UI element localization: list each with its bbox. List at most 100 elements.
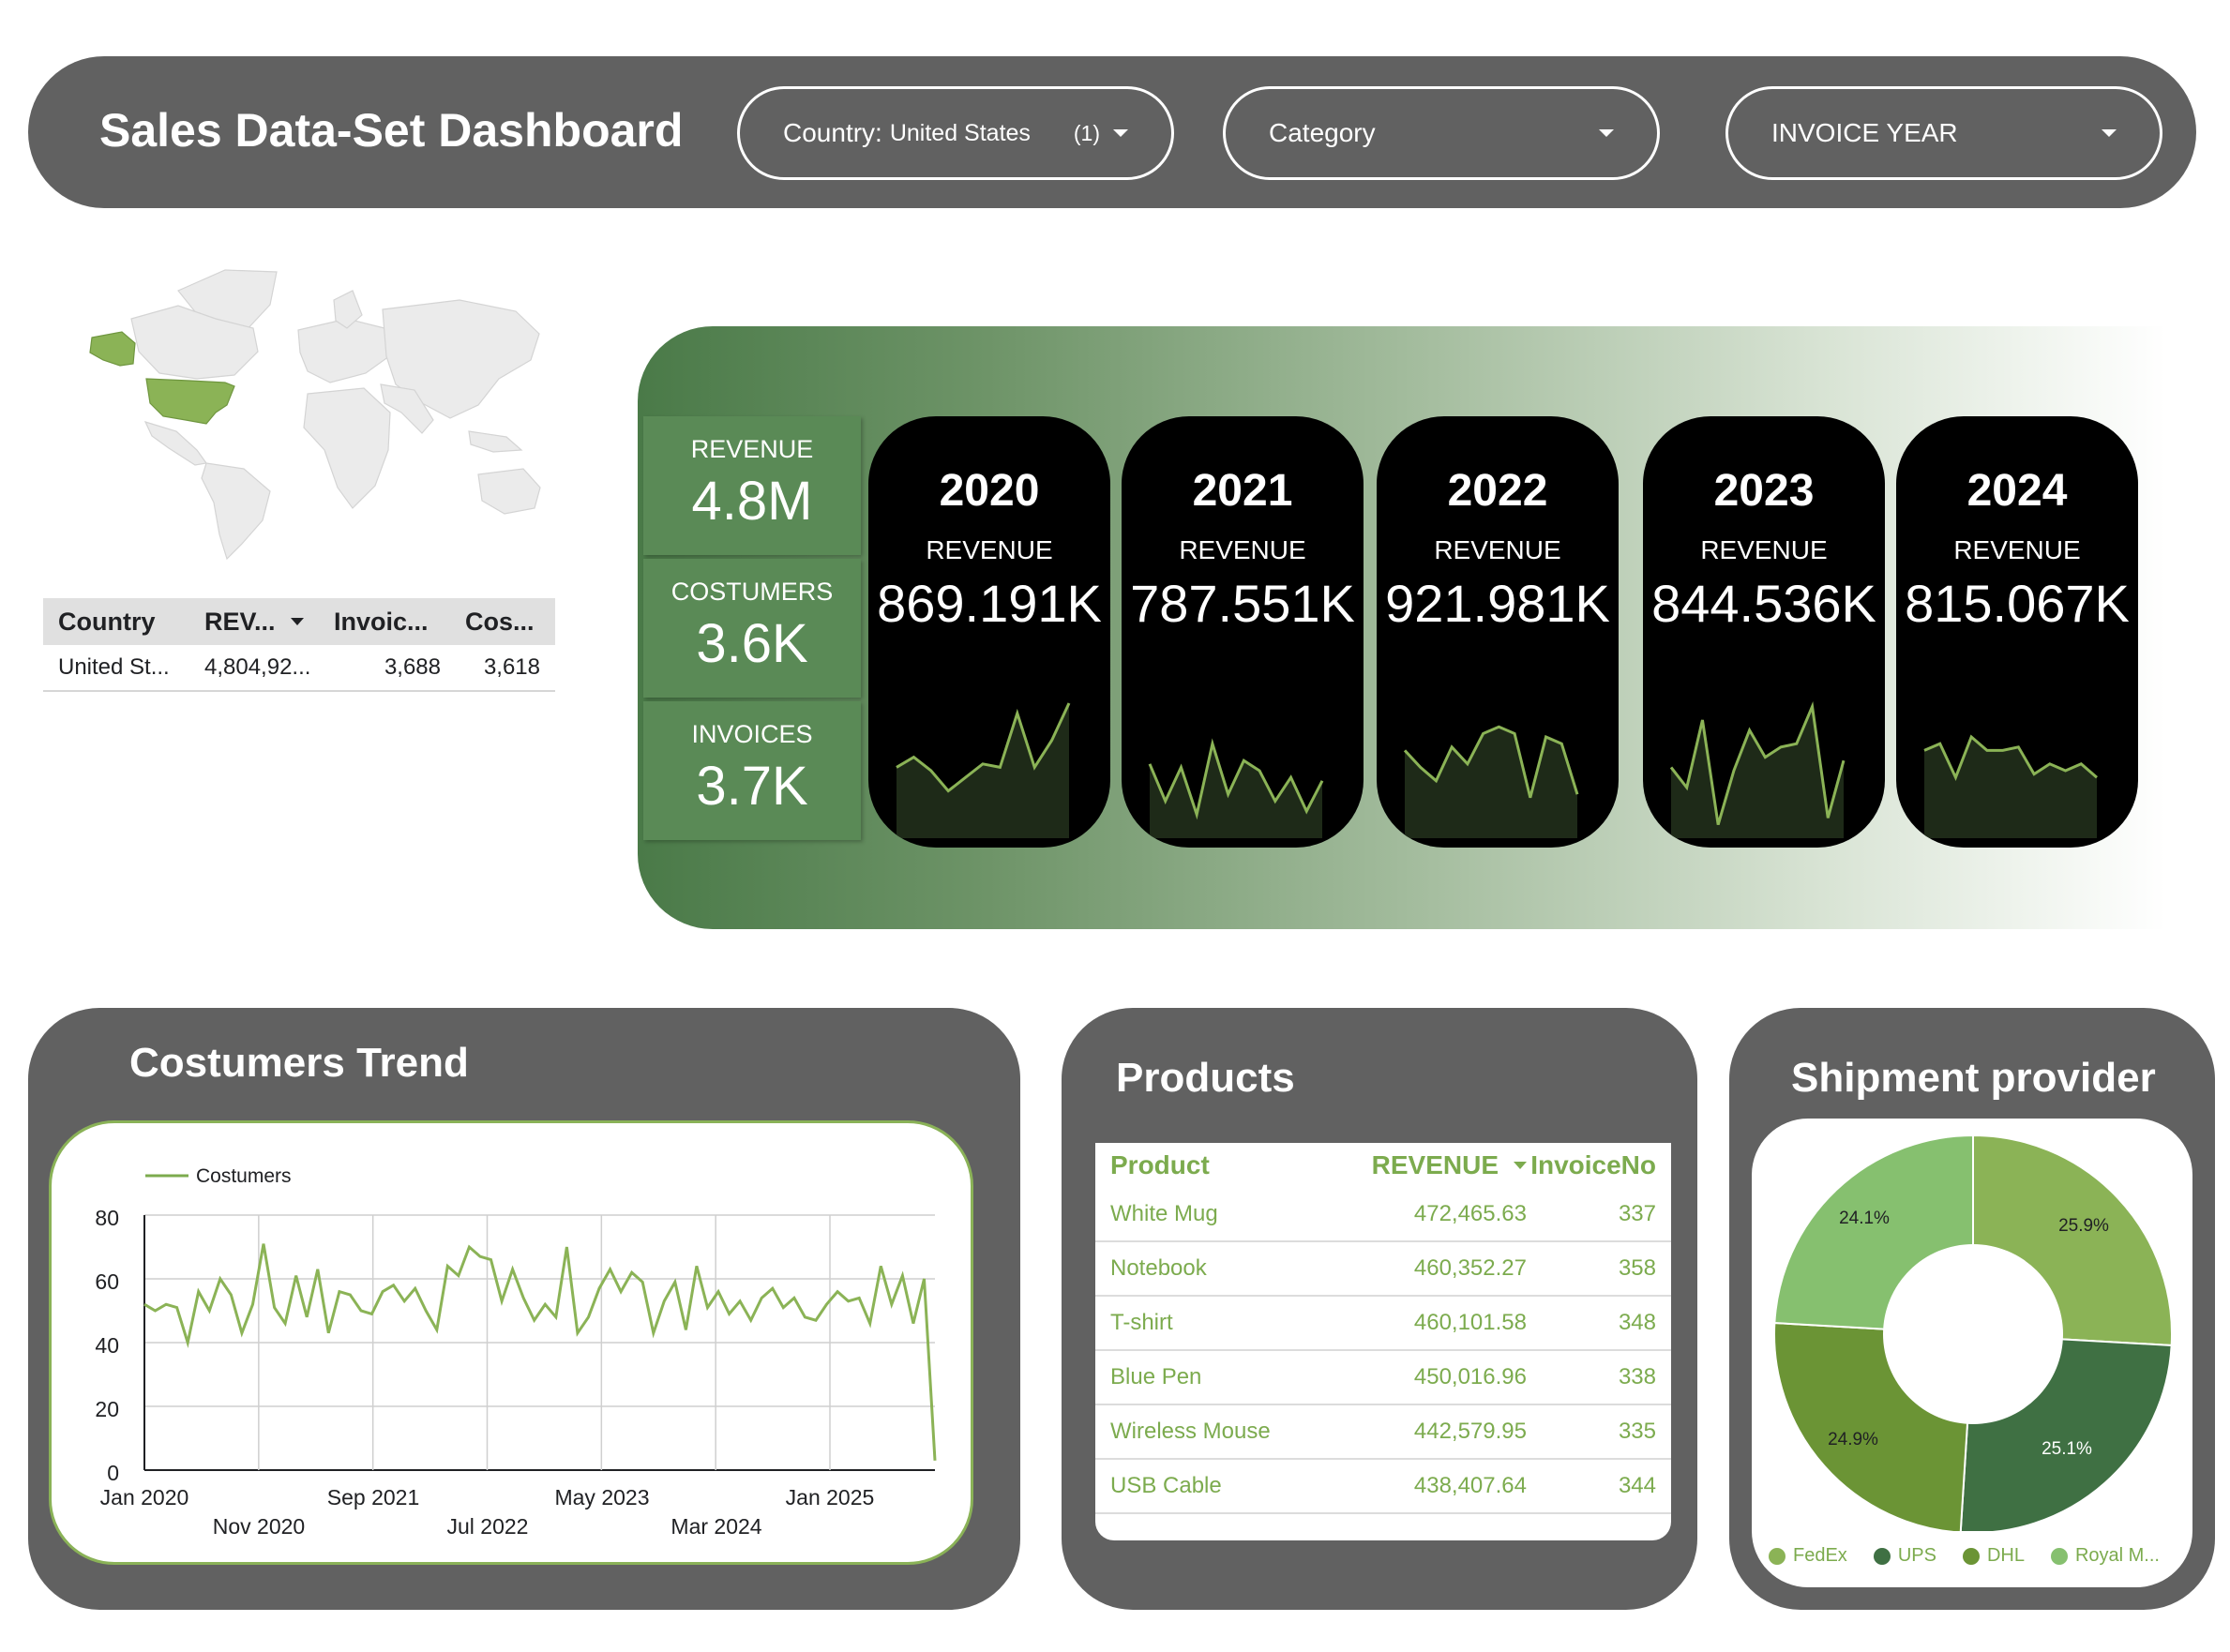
shipment-chart: 25.9% 25.1% 24.9% 24.1% FedEx UPS DHL Ro… <box>1752 1119 2192 1587</box>
revenue-label: REVENUE <box>1434 535 1561 564</box>
column-header-country[interactable]: Country <box>43 608 189 637</box>
kpi-panel: REVENUE 4.8M COSTUMERS 3.6K INVOICES 3.7… <box>638 326 2230 929</box>
cell-invoiceno: 335 <box>1618 1419 1656 1444</box>
revenue-label: REVENUE <box>926 535 1053 564</box>
year-card-2023[interactable]: 2023 REVENUE 844.536K <box>1643 416 1885 848</box>
kpi-invoices: INVOICES 3.7K <box>643 701 861 840</box>
cell-invoices: 3,688 <box>384 654 441 680</box>
kpi-revenue: REVENUE 4.8M <box>643 416 861 555</box>
year-card-2024[interactable]: 2024 REVENUE 815.067K <box>1896 416 2138 848</box>
year-label: 2022 <box>1447 466 1548 516</box>
slice-label: 25.1% <box>2042 1439 2092 1459</box>
column-header-invoices[interactable]: Invoic... <box>324 608 456 637</box>
x-tick-label: Jan 2025 <box>786 1485 875 1509</box>
x-tick-label: Nov 2020 <box>213 1514 305 1539</box>
invoice-year-filter[interactable]: INVOICE YEAR <box>1725 86 2162 180</box>
category-filter[interactable]: Category <box>1223 86 1660 180</box>
chevron-down-icon <box>1113 129 1128 137</box>
slice-label: 24.1% <box>1839 1209 1890 1228</box>
x-tick-label: Jan 2020 <box>100 1485 189 1509</box>
column-header-costumers[interactable]: Cos... <box>456 608 555 637</box>
cell-product: T-shirt <box>1110 1310 1173 1335</box>
shipment-title: Shipment provider <box>1791 1055 2156 1101</box>
category-filter-label: Category <box>1269 118 1376 147</box>
cell-revenue: 442,579.95 <box>1413 1419 1527 1444</box>
revenue-value: 844.536K <box>1651 574 1876 633</box>
sparkline-area <box>1405 727 1577 838</box>
legend-item-fedex[interactable]: FedEx <box>1769 1545 1847 1567</box>
sparkline-area <box>1924 737 2097 838</box>
table-row[interactable]: USB Cable 438,407.64 344 <box>1095 1460 1671 1514</box>
revenue-sparkline <box>1148 738 1324 838</box>
year-card-2021[interactable]: 2021 REVENUE 787.551K <box>1122 416 1364 848</box>
cell-invoiceno: 337 <box>1618 1201 1656 1226</box>
year-label: 2021 <box>1192 466 1293 516</box>
column-header-revenue[interactable]: REVENUE <box>1330 1150 1527 1180</box>
year-card-2022[interactable]: 2022 REVENUE 921.981K <box>1377 416 1619 848</box>
cell-costumers: 3,618 <box>483 654 540 680</box>
donut-chart[interactable]: 25.9% 25.1% 24.9% 24.1% <box>1752 1119 2192 1534</box>
kpi-revenue-label: REVENUE <box>690 435 814 463</box>
united-states-region[interactable] <box>145 378 235 425</box>
column-header-revenue[interactable]: REV... <box>189 608 324 637</box>
kpi-invoices-value: 3.7K <box>696 756 808 817</box>
revenue-label: REVENUE <box>1179 535 1306 564</box>
revenue-value: 787.551K <box>1130 574 1355 633</box>
y-tick-label: 0 <box>107 1461 119 1485</box>
y-tick-label: 60 <box>95 1269 119 1294</box>
year-card-2020[interactable]: 2020 REVENUE 869.191K <box>868 416 1110 848</box>
chevron-down-icon <box>2102 129 2117 137</box>
country-table-header: Country REV... Invoic... Cos... <box>43 598 555 645</box>
cell-invoiceno: 344 <box>1618 1473 1656 1498</box>
legend-label: Royal M... <box>2074 1545 2160 1566</box>
year-label: 2024 <box>1966 466 2068 516</box>
revenue-sparkline <box>1923 734 2098 838</box>
column-header-product[interactable]: Product <box>1095 1150 1330 1180</box>
table-row[interactable]: United St... 4,804,92... 3,688 3,618 <box>43 645 555 692</box>
legend-dot <box>1769 1547 1786 1565</box>
x-tick-label: Jul 2022 <box>447 1514 529 1539</box>
cell-product: Wireless Mouse <box>1110 1419 1271 1444</box>
country-filter[interactable]: Country: United States (1) <box>737 86 1174 180</box>
products-table: Product REVENUE InvoiceNo White Mug 472,… <box>1095 1143 1671 1540</box>
y-tick-label: 20 <box>95 1397 119 1421</box>
x-tick-label: Mar 2024 <box>671 1514 761 1539</box>
cell-revenue: 4,804,92... <box>204 654 311 680</box>
legend-item-ups[interactable]: UPS <box>1873 1545 1936 1567</box>
legend-label: UPS <box>1897 1545 1936 1566</box>
cell-product: USB Cable <box>1110 1473 1222 1498</box>
cell-revenue: 450,016.96 <box>1413 1364 1527 1389</box>
shipment-legend: FedEx UPS DHL Royal M... <box>1769 1545 2186 1567</box>
table-row[interactable]: White Mug 472,465.63 337 <box>1095 1188 1671 1242</box>
year-label: 2023 <box>1713 466 1815 516</box>
table-row[interactable]: Notebook 460,352.27 358 <box>1095 1242 1671 1297</box>
legend-item-dhl[interactable]: DHL <box>1962 1545 2025 1567</box>
cell-revenue: 472,465.63 <box>1413 1201 1527 1226</box>
revenue-sparkline <box>1669 701 1846 838</box>
table-row[interactable]: T-shirt 460,101.58 348 <box>1095 1297 1671 1351</box>
table-row[interactable]: Blue Pen 450,016.96 338 <box>1095 1351 1671 1405</box>
kpi-costumers-value: 3.6K <box>696 613 808 674</box>
world-map[interactable] <box>66 263 553 563</box>
table-row[interactable]: Wireless Mouse 442,579.95 335 <box>1095 1405 1671 1460</box>
sort-desc-icon <box>1514 1162 1527 1169</box>
costumers-trend-chart: Costumers 80 60 40 20 0 Jan 2020 Sep 202… <box>49 1120 973 1565</box>
y-tick-label: 80 <box>95 1206 119 1230</box>
legend-item-royal-mail[interactable]: Royal M... <box>2050 1545 2160 1567</box>
alaska-region[interactable] <box>89 331 136 367</box>
legend-dot <box>1962 1547 1980 1565</box>
cell-country: United St... <box>58 654 170 680</box>
map-region <box>477 468 541 515</box>
cell-revenue: 438,407.64 <box>1413 1473 1527 1498</box>
kpi-invoices-label: INVOICES <box>691 720 813 748</box>
line-chart[interactable]: Costumers 80 60 40 20 0 Jan 2020 Sep 202… <box>52 1123 971 1562</box>
dashboard-title: Sales Data-Set Dashboard <box>99 104 684 157</box>
chevron-down-icon <box>1599 129 1614 137</box>
kpi-costumers: COSTUMERS 3.6K <box>643 559 861 698</box>
sort-desc-icon <box>290 618 304 625</box>
costumers-trend-title: Costumers Trend <box>129 1040 469 1086</box>
cell-revenue: 460,352.27 <box>1413 1255 1527 1281</box>
column-header-invoiceno[interactable]: InvoiceNo <box>1527 1150 1671 1180</box>
cell-product: Blue Pen <box>1110 1364 1202 1389</box>
map-region <box>201 462 271 561</box>
